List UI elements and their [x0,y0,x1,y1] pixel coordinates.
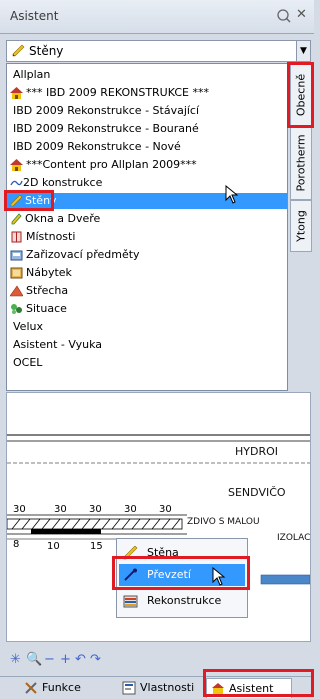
room-icon [11,231,22,243]
tab-ytong[interactable]: Ytong [290,200,312,252]
roof-icon [10,285,23,297]
list-item[interactable]: IBD 2009 Rekonstrukce - Bourané [7,121,287,137]
line-2d-icon [10,180,23,186]
tab-funkce[interactable]: Funkce [20,678,108,698]
zoom-toolbar: ✳ 🔍 − + ↶ ↷ [6,652,311,672]
list-item[interactable]: Zařizovací předměty [7,247,287,263]
pencil-wall-icon [10,195,23,207]
panel-title: Asistent [10,9,59,23]
pencil-wall-icon [12,44,25,57]
context-menu: Stěna Převzetí Rekonstrukce [116,538,248,618]
tab-vlastnosti[interactable]: Vlastnosti [118,678,202,698]
furniture-icon [10,267,23,279]
close-icon[interactable]: ✕ [296,7,310,25]
list-item[interactable]: Velux [7,319,287,335]
list-item[interactable]: Asistent - Vyuka [7,337,287,353]
pencil-wall-icon [123,546,138,560]
tab-obecne[interactable]: Obecně [290,64,312,126]
zoom-out-icon[interactable]: − [44,652,55,667]
list-item[interactable]: Nábytek [7,265,287,281]
undo-icon[interactable]: ↶ [75,652,86,667]
dimension-label: 30 [124,504,137,515]
list-item[interactable]: Místnosti [7,229,287,245]
fixture-icon [10,250,23,261]
list-item[interactable]: OCEL [7,355,287,371]
window-door-icon [11,213,22,225]
list-item[interactable]: IBD 2009 Rekonstrukce - Stávající [7,103,287,119]
tools-icon [25,682,37,694]
site-icon [11,304,22,314]
dimension-label: 30 [89,504,102,515]
combo-value: Stěny [29,44,64,58]
house-icon [10,87,23,99]
list-item[interactable]: ***Content pro Allplan 2009*** [7,157,287,173]
category-combo[interactable]: Stěny ▼ [6,40,311,62]
mouse-cursor-icon [225,185,239,204]
label-zdivo: ZDIVO S MALOU [187,517,260,527]
zoom-in-icon[interactable]: + [60,652,71,667]
house-icon [10,159,23,171]
chevron-down-icon[interactable]: ▼ [296,41,310,61]
menu-item-prevzeti[interactable]: Převzetí [119,564,245,586]
tab-porotherm[interactable]: Porotherm [290,126,312,200]
list-item[interactable]: Střecha [7,283,287,299]
dimension-label: 10 [47,541,60,552]
list-item[interactable]: Allplan [7,67,287,83]
redo-icon[interactable]: ↷ [90,652,101,667]
list-item[interactable]: 2D konstrukce [7,175,287,191]
pipette-icon [124,568,137,581]
list-item[interactable]: IBD 2009 Rekonstrukce - Nové [7,139,287,155]
dimension-label: 30 [159,504,172,515]
dimension-label: 30 [54,504,67,515]
asterisk-icon[interactable]: ✳ [10,652,21,667]
label-izolac: IZOLAC [277,533,311,543]
bottom-tab-bar: Funkce Vlastnosti Asistent [0,676,314,698]
dimension-label: 8 [13,539,20,550]
dimension-label: 30 [13,504,26,515]
label-hydro: HYDROI [235,445,279,458]
pin-icon[interactable] [274,7,294,25]
zoom-icon[interactable]: 🔍 [26,652,42,667]
category-dropdown-list: Allplan *** IBD 2009 REKONSTRUKCE *** IB… [6,63,288,391]
list-item-selected[interactable]: Stěny [7,193,287,209]
mouse-cursor-icon [212,567,226,586]
reconstruction-icon [123,595,138,608]
menu-item-stena[interactable]: Stěna [119,542,245,564]
panel-titlebar: Asistent ✕ [0,0,314,34]
properties-icon [122,681,136,695]
list-item[interactable]: *** IBD 2009 REKONSTRUKCE *** [7,85,287,101]
tab-asistent[interactable]: Asistent [206,678,292,698]
list-item[interactable]: Okna a Dveře [7,211,287,227]
label-sendvico: SENDVIČO [228,486,286,499]
assistant-icon [212,683,224,695]
dimension-label: 15 [90,541,103,552]
list-item[interactable]: Situace [7,301,287,317]
menu-item-rekonstrukce[interactable]: Rekonstrukce [119,590,245,612]
